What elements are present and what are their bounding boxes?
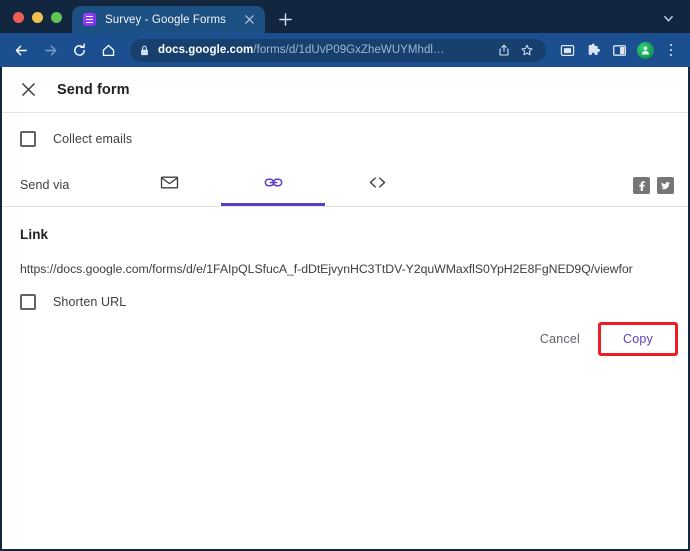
close-icon[interactable] <box>241 12 257 28</box>
dialog-actions: Cancel Copy <box>2 310 688 356</box>
copy-button-highlight: Copy <box>598 322 678 356</box>
embed-code-icon <box>368 173 387 197</box>
extensions-puzzle-icon[interactable] <box>581 38 605 62</box>
browser-toolbar: docs.google.com/forms/d/1dUvP09GxZheWUYM… <box>0 33 690 67</box>
form-link-url[interactable]: https://docs.google.com/forms/d/e/1FAIpQ… <box>20 262 688 276</box>
active-tab-underline <box>221 203 326 206</box>
shorten-url-label: Shorten URL <box>53 295 127 309</box>
home-icon[interactable] <box>95 37 121 63</box>
reload-icon[interactable] <box>66 37 92 63</box>
tab-title: Survey - Google Forms <box>105 13 226 26</box>
window-minimize-button[interactable] <box>32 12 43 23</box>
three-dot-menu-icon[interactable] <box>660 38 682 62</box>
lock-icon <box>139 45 150 56</box>
tab-send-via-link[interactable] <box>221 164 326 206</box>
link-section: Link https://docs.google.com/forms/d/e/1… <box>2 207 688 276</box>
send-via-label: Send via <box>20 178 70 192</box>
collect-emails-checkbox[interactable] <box>20 131 36 147</box>
shorten-url-checkbox[interactable] <box>20 294 36 310</box>
browser-window: Survey - Google Forms docs.google.com/fo… <box>0 0 690 551</box>
twitter-icon[interactable] <box>657 176 674 194</box>
link-section-title: Link <box>20 227 49 242</box>
tab-send-via-email[interactable] <box>117 164 221 206</box>
cancel-button[interactable]: Cancel <box>526 324 594 354</box>
social-share-buttons <box>633 164 688 206</box>
page-title: Send form <box>57 81 130 98</box>
profile-avatar-icon[interactable] <box>633 38 657 62</box>
send-via-tabbar: Send via <box>2 164 688 207</box>
back-arrow-icon[interactable] <box>8 37 34 63</box>
shorten-url-row[interactable]: Shorten URL <box>2 276 688 310</box>
copy-button[interactable]: Copy <box>617 330 659 348</box>
envelope-icon <box>160 173 179 197</box>
address-bar[interactable]: docs.google.com/forms/d/1dUvP09GxZheWUYM… <box>130 38 546 62</box>
window-traffic-lights <box>0 12 72 33</box>
collect-emails-label: Collect emails <box>53 132 133 146</box>
url-path: /forms/d/1dUvP09GxZheWUYMhdl… <box>253 44 445 56</box>
screenshot-extension-icon[interactable] <box>555 38 579 62</box>
share-icon[interactable] <box>494 40 514 60</box>
collect-emails-row[interactable]: Collect emails <box>2 113 688 164</box>
window-maximize-button[interactable] <box>51 12 62 23</box>
chevron-down-icon[interactable] <box>655 5 681 31</box>
close-icon[interactable] <box>14 76 42 104</box>
google-forms-icon <box>83 13 96 26</box>
tab-strip: Survey - Google Forms <box>0 0 690 33</box>
facebook-icon[interactable] <box>633 176 650 194</box>
send-form-dialog-header: Send form <box>2 67 688 113</box>
side-panel-icon[interactable] <box>607 38 631 62</box>
send-via-tabs <box>117 164 429 206</box>
browser-tab-survey[interactable]: Survey - Google Forms <box>72 6 265 33</box>
page-content: Send form Collect emails Send via Link h… <box>0 67 690 551</box>
tab-send-via-embed[interactable] <box>325 164 429 206</box>
link-chain-icon <box>264 173 283 197</box>
url-host: docs.google.com <box>158 44 254 56</box>
address-bar-url: docs.google.com/forms/d/1dUvP09GxZheWUYM… <box>158 44 491 56</box>
new-tab-button[interactable] <box>272 6 298 32</box>
forward-arrow-icon[interactable] <box>37 37 63 63</box>
window-close-button[interactable] <box>13 12 24 23</box>
avatar <box>636 41 654 59</box>
star-icon[interactable] <box>517 40 537 60</box>
